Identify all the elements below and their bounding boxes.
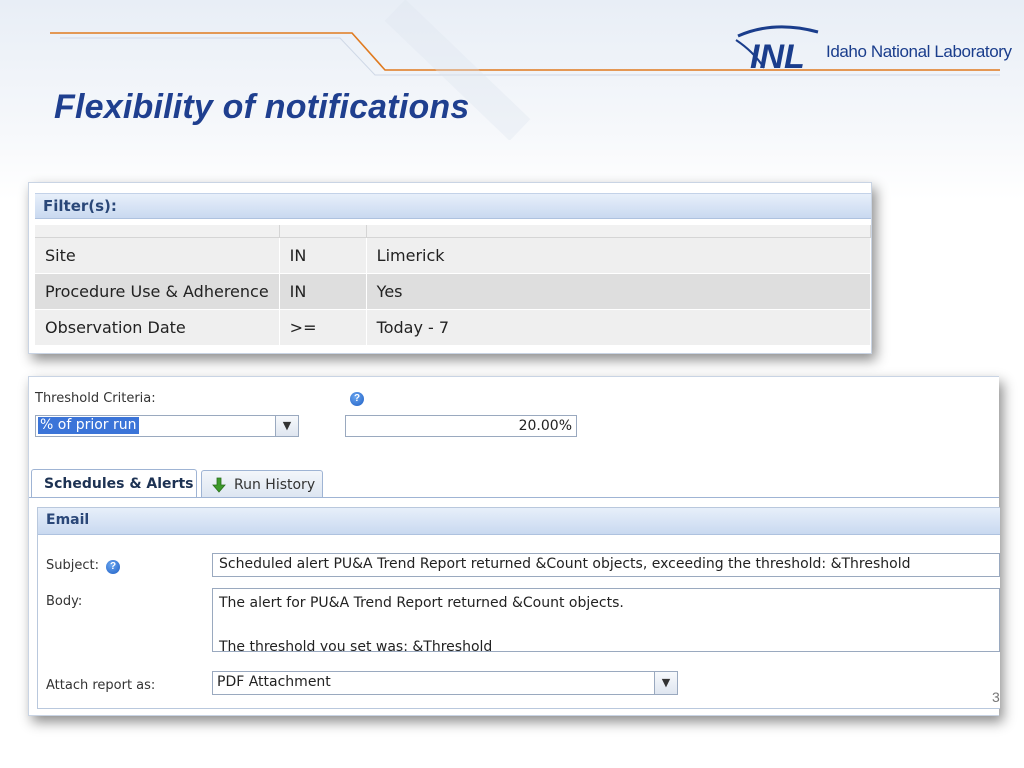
help-icon[interactable]: ? [350, 392, 364, 406]
body-textarea[interactable]: The alert for PU&A Trend Report returned… [212, 588, 1000, 652]
tab-schedules-alerts[interactable]: Schedules & Alerts [31, 469, 197, 498]
column-header-field[interactable] [35, 225, 280, 238]
email-header-label: Email [46, 512, 90, 528]
tab-label: Schedules & Alerts [44, 476, 194, 492]
threshold-type-value: % of prior run [38, 417, 139, 434]
attach-label: Attach report as: [46, 678, 156, 693]
filter-panel: Filter(s): Site IN Limerick Procedure Us… [28, 182, 872, 354]
column-header-operator[interactable] [279, 225, 367, 238]
help-icon[interactable]: ? [106, 560, 120, 574]
filter-header-label: Filter(s): [43, 197, 117, 215]
chevron-down-icon[interactable]: ▼ [654, 672, 677, 694]
tab-run-history[interactable]: Run History [201, 470, 323, 498]
table-row[interactable]: Site IN Limerick [35, 237, 872, 274]
filter-field: Observation Date [35, 309, 280, 346]
download-arrow-icon [212, 477, 226, 493]
filter-operator: IN [279, 273, 367, 310]
filter-header: Filter(s): [35, 193, 871, 219]
filter-field: Procedure Use & Adherence [35, 273, 280, 310]
filter-operator: IN [279, 237, 367, 274]
filter-field: Site [35, 237, 280, 274]
inl-logo: INL Idaho National Laboratory [734, 22, 1012, 74]
filter-table: Site IN Limerick Procedure Use & Adheren… [35, 225, 872, 346]
subject-label: Subject: [46, 558, 99, 573]
filter-table-header [35, 225, 872, 238]
filter-operator: >= [279, 309, 367, 346]
body-line: The alert for PU&A Trend Report returned… [219, 595, 624, 611]
inl-logo-letters: INL [750, 38, 805, 74]
table-row[interactable]: Procedure Use & Adherence IN Yes [35, 273, 872, 310]
threshold-type-select[interactable]: % of prior run ▼ [35, 415, 299, 437]
email-header: Email [38, 508, 1000, 535]
threshold-label: Threshold Criteria: [35, 391, 156, 406]
email-section: Email Subject: ? Scheduled alert PU&A Tr… [37, 507, 1000, 709]
filter-value: Today - 7 [366, 309, 872, 346]
tab-label: Run History [234, 477, 316, 493]
subject-input[interactable]: Scheduled alert PU&A Trend Report return… [212, 553, 1000, 577]
alert-settings-panel: Threshold Criteria: ? % of prior run ▼ 2… [28, 376, 1000, 716]
tab-divider [29, 497, 999, 498]
filter-value: Limerick [366, 237, 872, 274]
page-number: 3 [992, 689, 1000, 705]
logo-text: Idaho National Laboratory [826, 42, 1012, 61]
chevron-down-icon[interactable]: ▼ [275, 416, 298, 436]
body-label: Body: [46, 594, 83, 609]
attach-format-select[interactable]: PDF Attachment ▼ [212, 671, 678, 695]
table-row[interactable]: Observation Date >= Today - 7 [35, 309, 872, 346]
column-header-value[interactable] [366, 225, 872, 238]
inl-logo-mark: INL [735, 25, 819, 74]
body-line: The threshold you set was: &Threshold [219, 639, 493, 652]
filter-value: Yes [366, 273, 872, 310]
attach-format-value: PDF Attachment [217, 674, 331, 690]
threshold-value-input[interactable]: 20.00% [345, 415, 577, 437]
slide-title: Flexibility of notifications [54, 88, 470, 126]
